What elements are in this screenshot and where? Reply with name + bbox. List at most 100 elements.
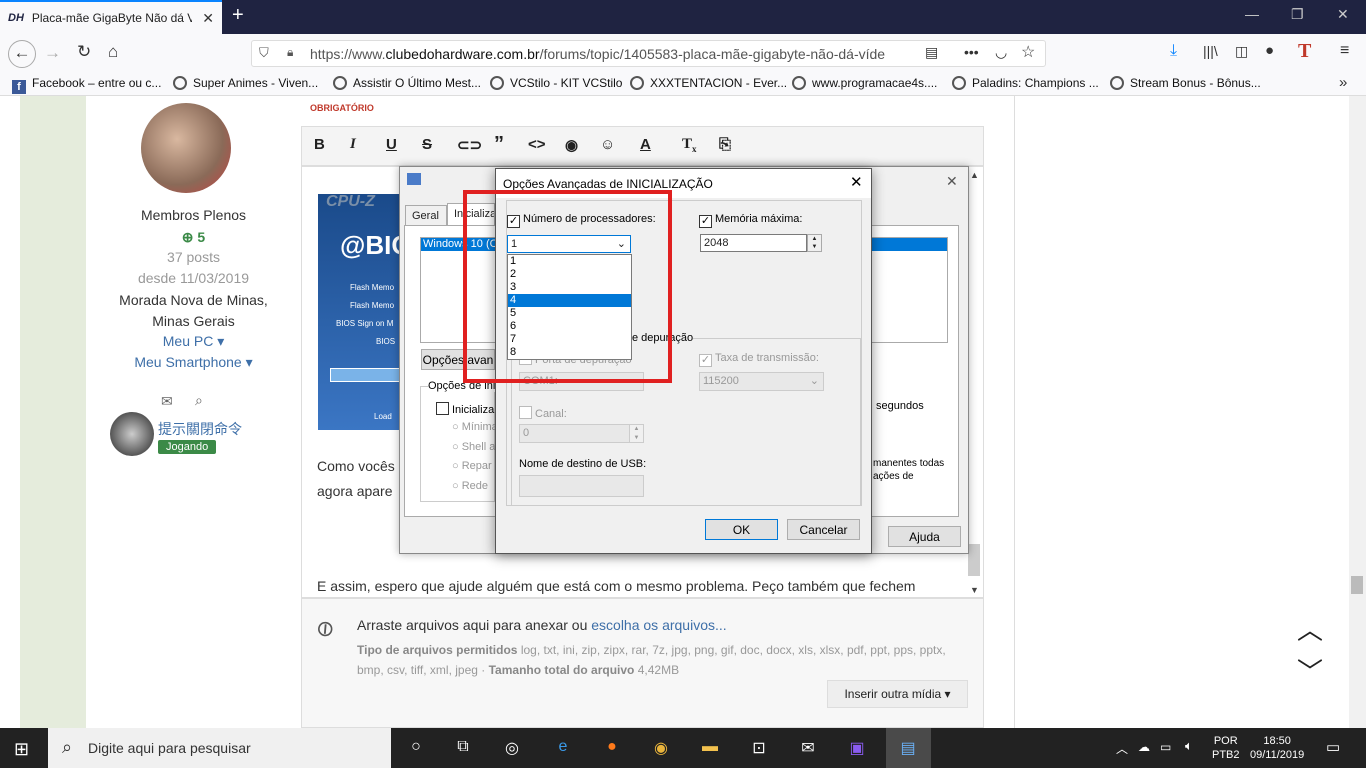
strikethrough-icon[interactable]: S <box>422 136 432 153</box>
radio-repair[interactable]: ○ Repar <box>452 460 492 472</box>
scroll-to-bottom-icon[interactable]: ﹀ <box>1297 652 1323 689</box>
language-indicator[interactable]: POR PTB2 <box>1212 734 1240 762</box>
task-view-icon[interactable]: ○ <box>396 738 436 756</box>
eye-icon[interactable]: ◉ <box>565 136 578 154</box>
radio-shell[interactable]: ○ Shell a <box>452 441 495 453</box>
timeline-icon[interactable]: ⧉ <box>443 738 483 756</box>
reader-view-icon[interactable]: ▤ <box>925 44 938 61</box>
ok-button[interactable]: OK <box>705 519 778 540</box>
taskbar-search[interactable]: Digite aqui para pesquisar <box>48 728 391 768</box>
editor-scrollbar-thumb[interactable] <box>968 544 980 576</box>
close-window-icon[interactable]: ✕ <box>1337 6 1349 23</box>
help-button[interactable]: Ajuda <box>888 526 961 547</box>
bookmark-4[interactable]: VCStilo - KIT VCStilo <box>490 76 622 90</box>
location-line2: Minas Gerais <box>152 313 235 329</box>
bookmark-8[interactable]: Stream Bonus - Bônus... <box>1110 76 1261 90</box>
memory-spinner[interactable]: ▲ ▼ <box>807 234 822 252</box>
chrome-icon[interactable]: ◉ <box>641 738 681 758</box>
bookmark-facebook[interactable]: f Facebook – entre ou c... <box>12 76 161 94</box>
scroll-to-top-icon[interactable]: ︿ <box>1297 610 1323 647</box>
italic-icon[interactable]: I <box>350 136 356 153</box>
file-explorer-icon[interactable]: ▬ <box>690 738 730 756</box>
emoji-icon[interactable]: ☺ <box>600 136 615 153</box>
forward-icon[interactable]: → <box>44 43 61 63</box>
scrollbar-thumb[interactable] <box>1351 576 1363 594</box>
page-actions-icon[interactable]: ••• <box>964 44 979 60</box>
home-icon[interactable]: ⌂ <box>108 42 118 62</box>
channel-checkbox[interactable]: Canal: <box>519 406 567 420</box>
url-text[interactable]: https://www.clubedohardware.com.br/forum… <box>310 46 890 62</box>
store-icon[interactable]: ⊡ <box>739 738 779 758</box>
pocket-icon[interactable]: ◡ <box>995 44 1007 61</box>
library-icon[interactable]: |||\ <box>1203 43 1218 59</box>
max-memory-checkbox[interactable]: ✓ Memória máxima: <box>699 213 802 228</box>
lock-icon[interactable]: 🔒︎ <box>287 45 293 60</box>
insert-media-button[interactable]: Inserir outra mídia ▾ <box>827 680 968 708</box>
firefox-icon[interactable]: ● <box>592 738 632 756</box>
volume-icon[interactable]: 🔈︎ <box>1185 738 1193 754</box>
underline-icon[interactable]: U <box>386 136 397 153</box>
link-icon[interactable]: ⊂⊃ <box>457 136 482 154</box>
my-smartphone-link[interactable]: Meu Smartphone ▾ <box>86 354 301 371</box>
mail-icon[interactable]: ✉ <box>788 738 828 758</box>
choose-files-link[interactable]: escolha os arquivos... <box>591 617 726 633</box>
remove-format-icon[interactable]: Tx <box>682 136 697 154</box>
bookmark-5[interactable]: XXXTENTACION - Ever... <box>630 76 787 90</box>
code-icon[interactable]: <> <box>528 136 546 153</box>
editor-scroll-down-icon[interactable]: ▼ <box>970 585 979 595</box>
new-tab-icon[interactable]: + <box>232 4 244 27</box>
avatar[interactable] <box>141 103 231 193</box>
account-icon[interactable]: ● <box>1265 42 1274 59</box>
notifications-icon[interactable]: ▭ <box>1326 738 1340 756</box>
bookmark-2[interactable]: Super Animes - Viven... <box>173 76 318 90</box>
menu-icon[interactable]: ≡ <box>1340 42 1349 60</box>
minimize-icon[interactable]: — <box>1245 6 1259 22</box>
cancel-button[interactable]: Cancelar <box>787 519 860 540</box>
preview-icon[interactable]: ⎘ <box>719 136 731 153</box>
bookmark-3[interactable]: Assistir O Último Mest... <box>333 76 481 90</box>
clock[interactable]: 18:50 09/11/2019 <box>1250 734 1304 762</box>
editor-scroll-up-icon[interactable]: ▲ <box>970 170 979 180</box>
bold-icon[interactable]: B <box>314 136 325 153</box>
search-icon[interactable]: ⌕ <box>195 392 203 409</box>
restore-icon[interactable]: ❐ <box>1291 6 1304 23</box>
network-icon[interactable]: ▭ <box>1160 740 1171 754</box>
text-color-icon[interactable]: A <box>640 136 651 153</box>
avatar[interactable] <box>110 412 154 456</box>
more-bookmarks-icon[interactable]: » <box>1339 74 1347 91</box>
extension-t-icon[interactable]: T <box>1298 40 1311 63</box>
browser-tab[interactable]: DH Placa-mãe GigaByte Não dá Víde ✕ <box>0 0 222 34</box>
max-memory-input[interactable]: 2048 <box>700 234 807 252</box>
channel-input[interactable]: 0 <box>519 424 630 443</box>
usb-target-input[interactable] <box>519 475 644 497</box>
windows-start-icon[interactable]: ⊞ <box>14 739 29 760</box>
page-scrollbar[interactable] <box>1349 96 1366 728</box>
sidebar-icon[interactable]: ◫ <box>1235 43 1248 60</box>
bookmark-6[interactable]: www.programacae4s.... <box>792 76 937 90</box>
onedrive-icon[interactable]: ☁ <box>1138 740 1150 754</box>
close-tab-icon[interactable]: ✕ <box>202 10 214 27</box>
close-icon[interactable]: ✕ <box>946 173 958 190</box>
steam-icon[interactable]: ◎ <box>492 738 532 758</box>
tracking-shield-icon[interactable]: ⛉ <box>259 45 269 61</box>
bookmark-star-icon[interactable]: ☆ <box>1021 42 1035 62</box>
baud-rate-checkbox[interactable]: ✓ Taxa de transmissão: <box>699 352 819 367</box>
quote-icon[interactable]: ” <box>494 133 504 156</box>
safe-boot-checkbox[interactable]: Inicializa <box>436 402 494 416</box>
envelope-icon[interactable]: ✉ <box>161 393 173 410</box>
reload-icon[interactable]: ↻ <box>77 42 91 62</box>
baud-rate-select[interactable]: 115200 ⌄ <box>699 372 824 391</box>
download-icon[interactable]: ⤓ <box>1170 42 1177 60</box>
back-icon[interactable]: ← <box>8 40 36 68</box>
tab-general[interactable]: Geral <box>405 205 447 226</box>
channel-spinner[interactable]: ▲ ▼ <box>629 424 644 443</box>
close-icon[interactable]: ✕ <box>850 173 863 191</box>
user-name-link[interactable]: 提示關閉命令 <box>158 419 242 439</box>
show-hidden-icons[interactable]: ︿ <box>1116 740 1128 757</box>
cpuz-taskbar-icon[interactable]: ▣ <box>837 738 877 758</box>
edge-icon[interactable]: e <box>543 738 583 756</box>
my-pc-link[interactable]: Meu PC ▾ <box>86 333 301 350</box>
radio-network[interactable]: ○ Rede <box>452 480 488 492</box>
radio-minimal[interactable]: ○ Mínima <box>452 421 498 433</box>
bookmark-7[interactable]: Paladins: Champions ... <box>952 76 1099 90</box>
